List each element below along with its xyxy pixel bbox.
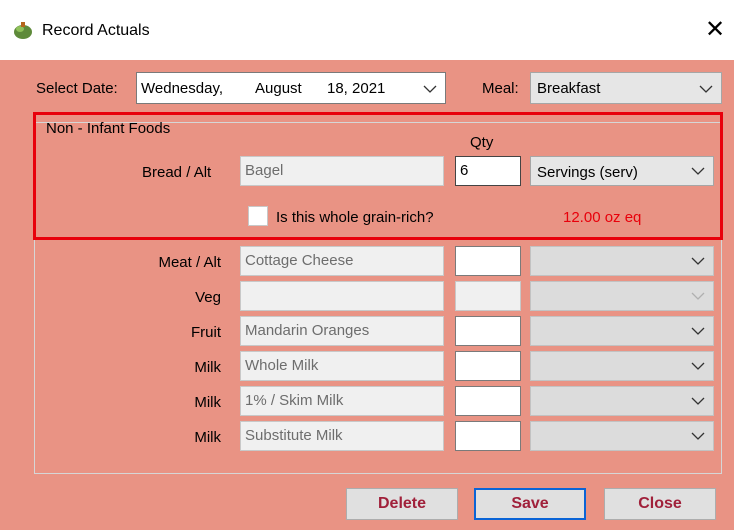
bread-food-field: Bagel xyxy=(240,156,444,186)
close-window-icon[interactable]: ✕ xyxy=(702,16,728,44)
unit-select xyxy=(530,281,714,311)
dialog-body: Select Date: Wednesday, August 18, 2021 … xyxy=(0,60,734,530)
chevron-down-icon xyxy=(691,167,705,175)
delete-button[interactable]: Delete xyxy=(346,488,458,520)
non-infant-foods-label: Non - Infant Foods xyxy=(46,120,171,137)
bread-unit-select[interactable]: Servings (serv) xyxy=(530,156,714,186)
window-title: Record Actuals xyxy=(42,22,150,39)
bread-qty-input[interactable]: 6 xyxy=(455,156,521,186)
food-field: Whole Milk xyxy=(240,351,444,381)
chevron-down-icon xyxy=(691,432,705,440)
chevron-down-icon xyxy=(691,362,705,370)
close-button[interactable]: Close xyxy=(604,488,716,520)
food-field xyxy=(240,281,444,311)
chevron-down-icon xyxy=(691,292,705,300)
chevron-down-icon xyxy=(691,327,705,335)
food-field: Substitute Milk xyxy=(240,421,444,451)
food-value: Substitute Milk xyxy=(245,427,343,444)
qty-input xyxy=(455,281,521,311)
bread-unit-value: Servings (serv) xyxy=(537,164,638,181)
chevron-down-icon xyxy=(423,85,437,93)
row-label: Veg xyxy=(195,289,221,306)
title-bar: Record Actuals ✕ xyxy=(0,0,734,60)
unit-select[interactable] xyxy=(530,316,714,346)
row-label: Milk xyxy=(194,429,221,446)
save-button[interactable]: Save xyxy=(474,488,586,520)
qty-header: Qty xyxy=(470,134,494,151)
unit-select[interactable] xyxy=(530,351,714,381)
qty-input[interactable] xyxy=(455,351,521,381)
food-field: 1% / Skim Milk xyxy=(240,386,444,416)
qty-input[interactable] xyxy=(455,316,521,346)
qty-input[interactable] xyxy=(455,386,521,416)
oz-eq-value: 12.00 oz eq xyxy=(563,209,642,226)
row-label: Milk xyxy=(194,359,221,376)
meal-select[interactable]: Breakfast xyxy=(530,72,722,104)
date-day-year: 18, 2021 xyxy=(327,80,386,97)
qty-input[interactable] xyxy=(455,421,521,451)
unit-select[interactable] xyxy=(530,386,714,416)
bread-qty-value: 6 xyxy=(460,162,469,179)
date-weekday: Wednesday, xyxy=(141,80,223,97)
food-value: 1% / Skim Milk xyxy=(245,392,344,409)
unit-select[interactable] xyxy=(530,421,714,451)
date-picker[interactable]: Wednesday, August 18, 2021 xyxy=(136,72,446,104)
date-month: August xyxy=(255,80,302,97)
row-label: Fruit xyxy=(191,324,221,341)
chevron-down-icon xyxy=(699,85,713,93)
select-date-label: Select Date: xyxy=(36,80,118,97)
qty-input[interactable] xyxy=(455,246,521,276)
unit-select[interactable] xyxy=(530,246,714,276)
chevron-down-icon xyxy=(691,397,705,405)
meal-value: Breakfast xyxy=(537,80,601,97)
food-value: Mandarin Oranges xyxy=(245,322,370,339)
bread-food-value: Bagel xyxy=(245,162,284,179)
food-field: Mandarin Oranges xyxy=(240,316,444,346)
food-value: Cottage Cheese xyxy=(245,252,354,269)
food-field: Cottage Cheese xyxy=(240,246,444,276)
row-label: Meat / Alt xyxy=(158,254,221,271)
whole-grain-label: Is this whole grain-rich? xyxy=(276,209,434,226)
bread-alt-label: Bread / Alt xyxy=(142,164,212,181)
whole-grain-checkbox[interactable] xyxy=(248,206,268,226)
app-icon xyxy=(14,22,32,39)
row-label: Milk xyxy=(194,394,221,411)
food-value: Whole Milk xyxy=(245,357,319,374)
chevron-down-icon xyxy=(691,257,705,265)
meal-label: Meal: xyxy=(482,80,519,97)
